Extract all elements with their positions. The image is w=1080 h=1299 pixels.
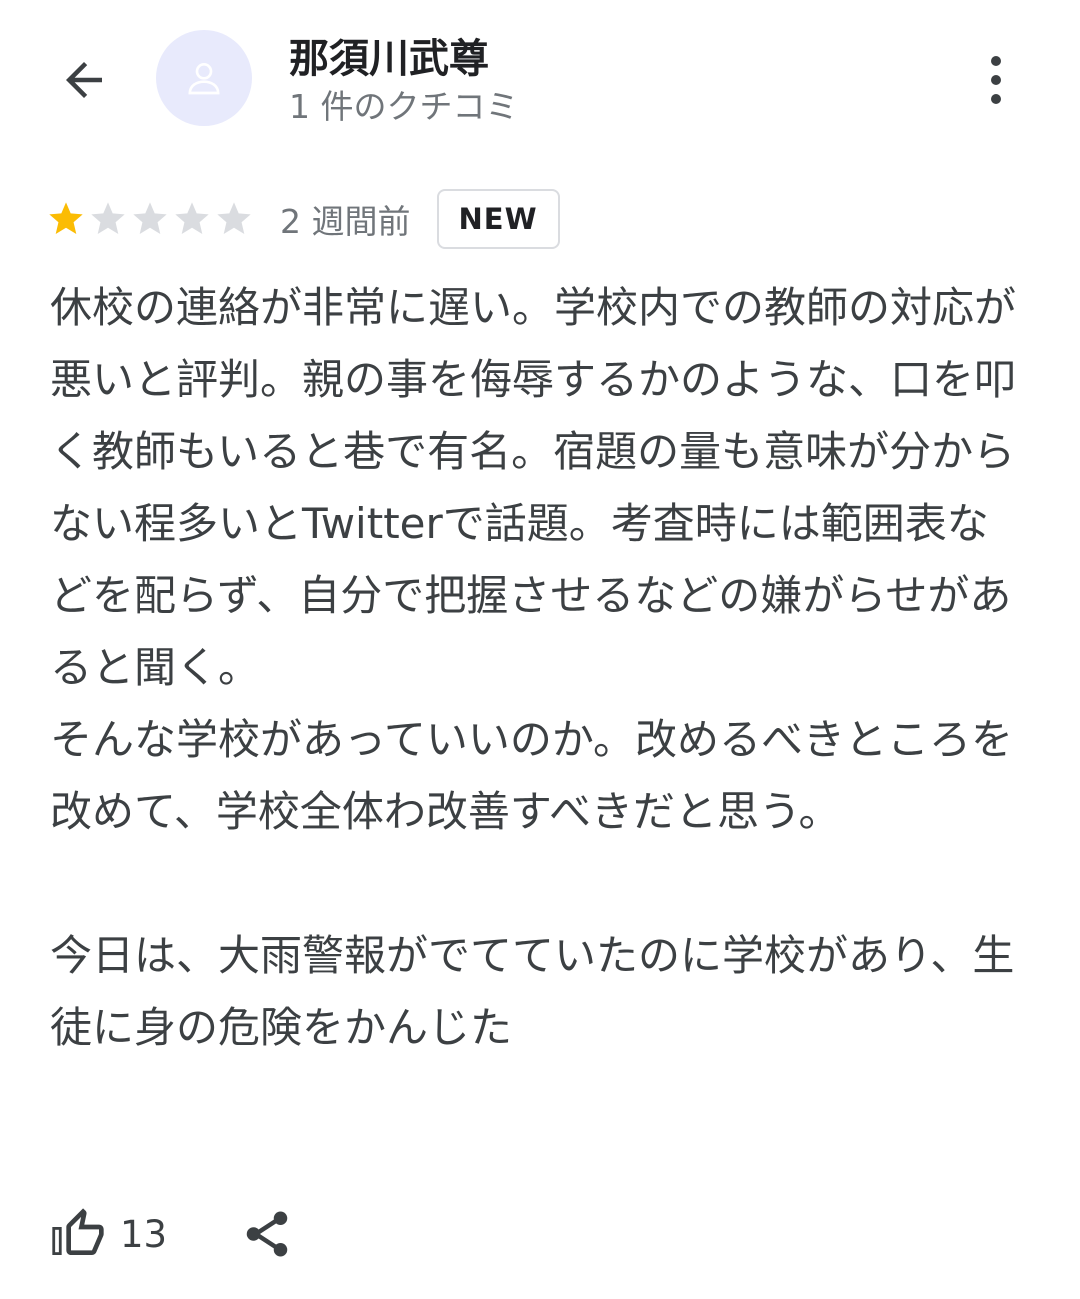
more-options-button[interactable] — [966, 48, 1026, 112]
review-count: 1 件のクチコミ — [289, 87, 519, 126]
review-text: 休校の連絡が非常に遅い。学校内での教師の対応が悪いと評判。親の事を侮辱するかのよ… — [50, 283, 1017, 1052]
review-date: 2 週間前 — [280, 202, 411, 241]
arrow-left-icon — [66, 62, 102, 98]
star-rating — [46, 199, 254, 239]
star-empty-icon — [91, 202, 125, 234]
star-filled-icon — [49, 202, 83, 234]
avatar[interactable] — [156, 30, 252, 126]
like-button[interactable]: 13 — [50, 1206, 167, 1262]
new-badge: NEW — [436, 189, 560, 249]
share-button[interactable] — [237, 1202, 297, 1266]
review-actions: 13 — [50, 1202, 297, 1266]
star-empty-icon — [175, 202, 209, 234]
more-vert-icon — [991, 56, 1001, 104]
star-empty-icon — [133, 202, 167, 234]
like-count: 13 — [120, 1212, 168, 1256]
back-button[interactable] — [52, 48, 116, 112]
star-empty-icon — [217, 202, 251, 234]
user-name[interactable]: 那須川武尊 — [289, 26, 489, 84]
person-icon — [188, 63, 220, 95]
review-header: 那須川武尊 1 件のクチコミ — [0, 0, 1080, 160]
thumb-up-icon — [52, 1208, 104, 1255]
review-meta: 2 週間前 NEW — [46, 186, 560, 252]
share-icon — [246, 1211, 288, 1257]
